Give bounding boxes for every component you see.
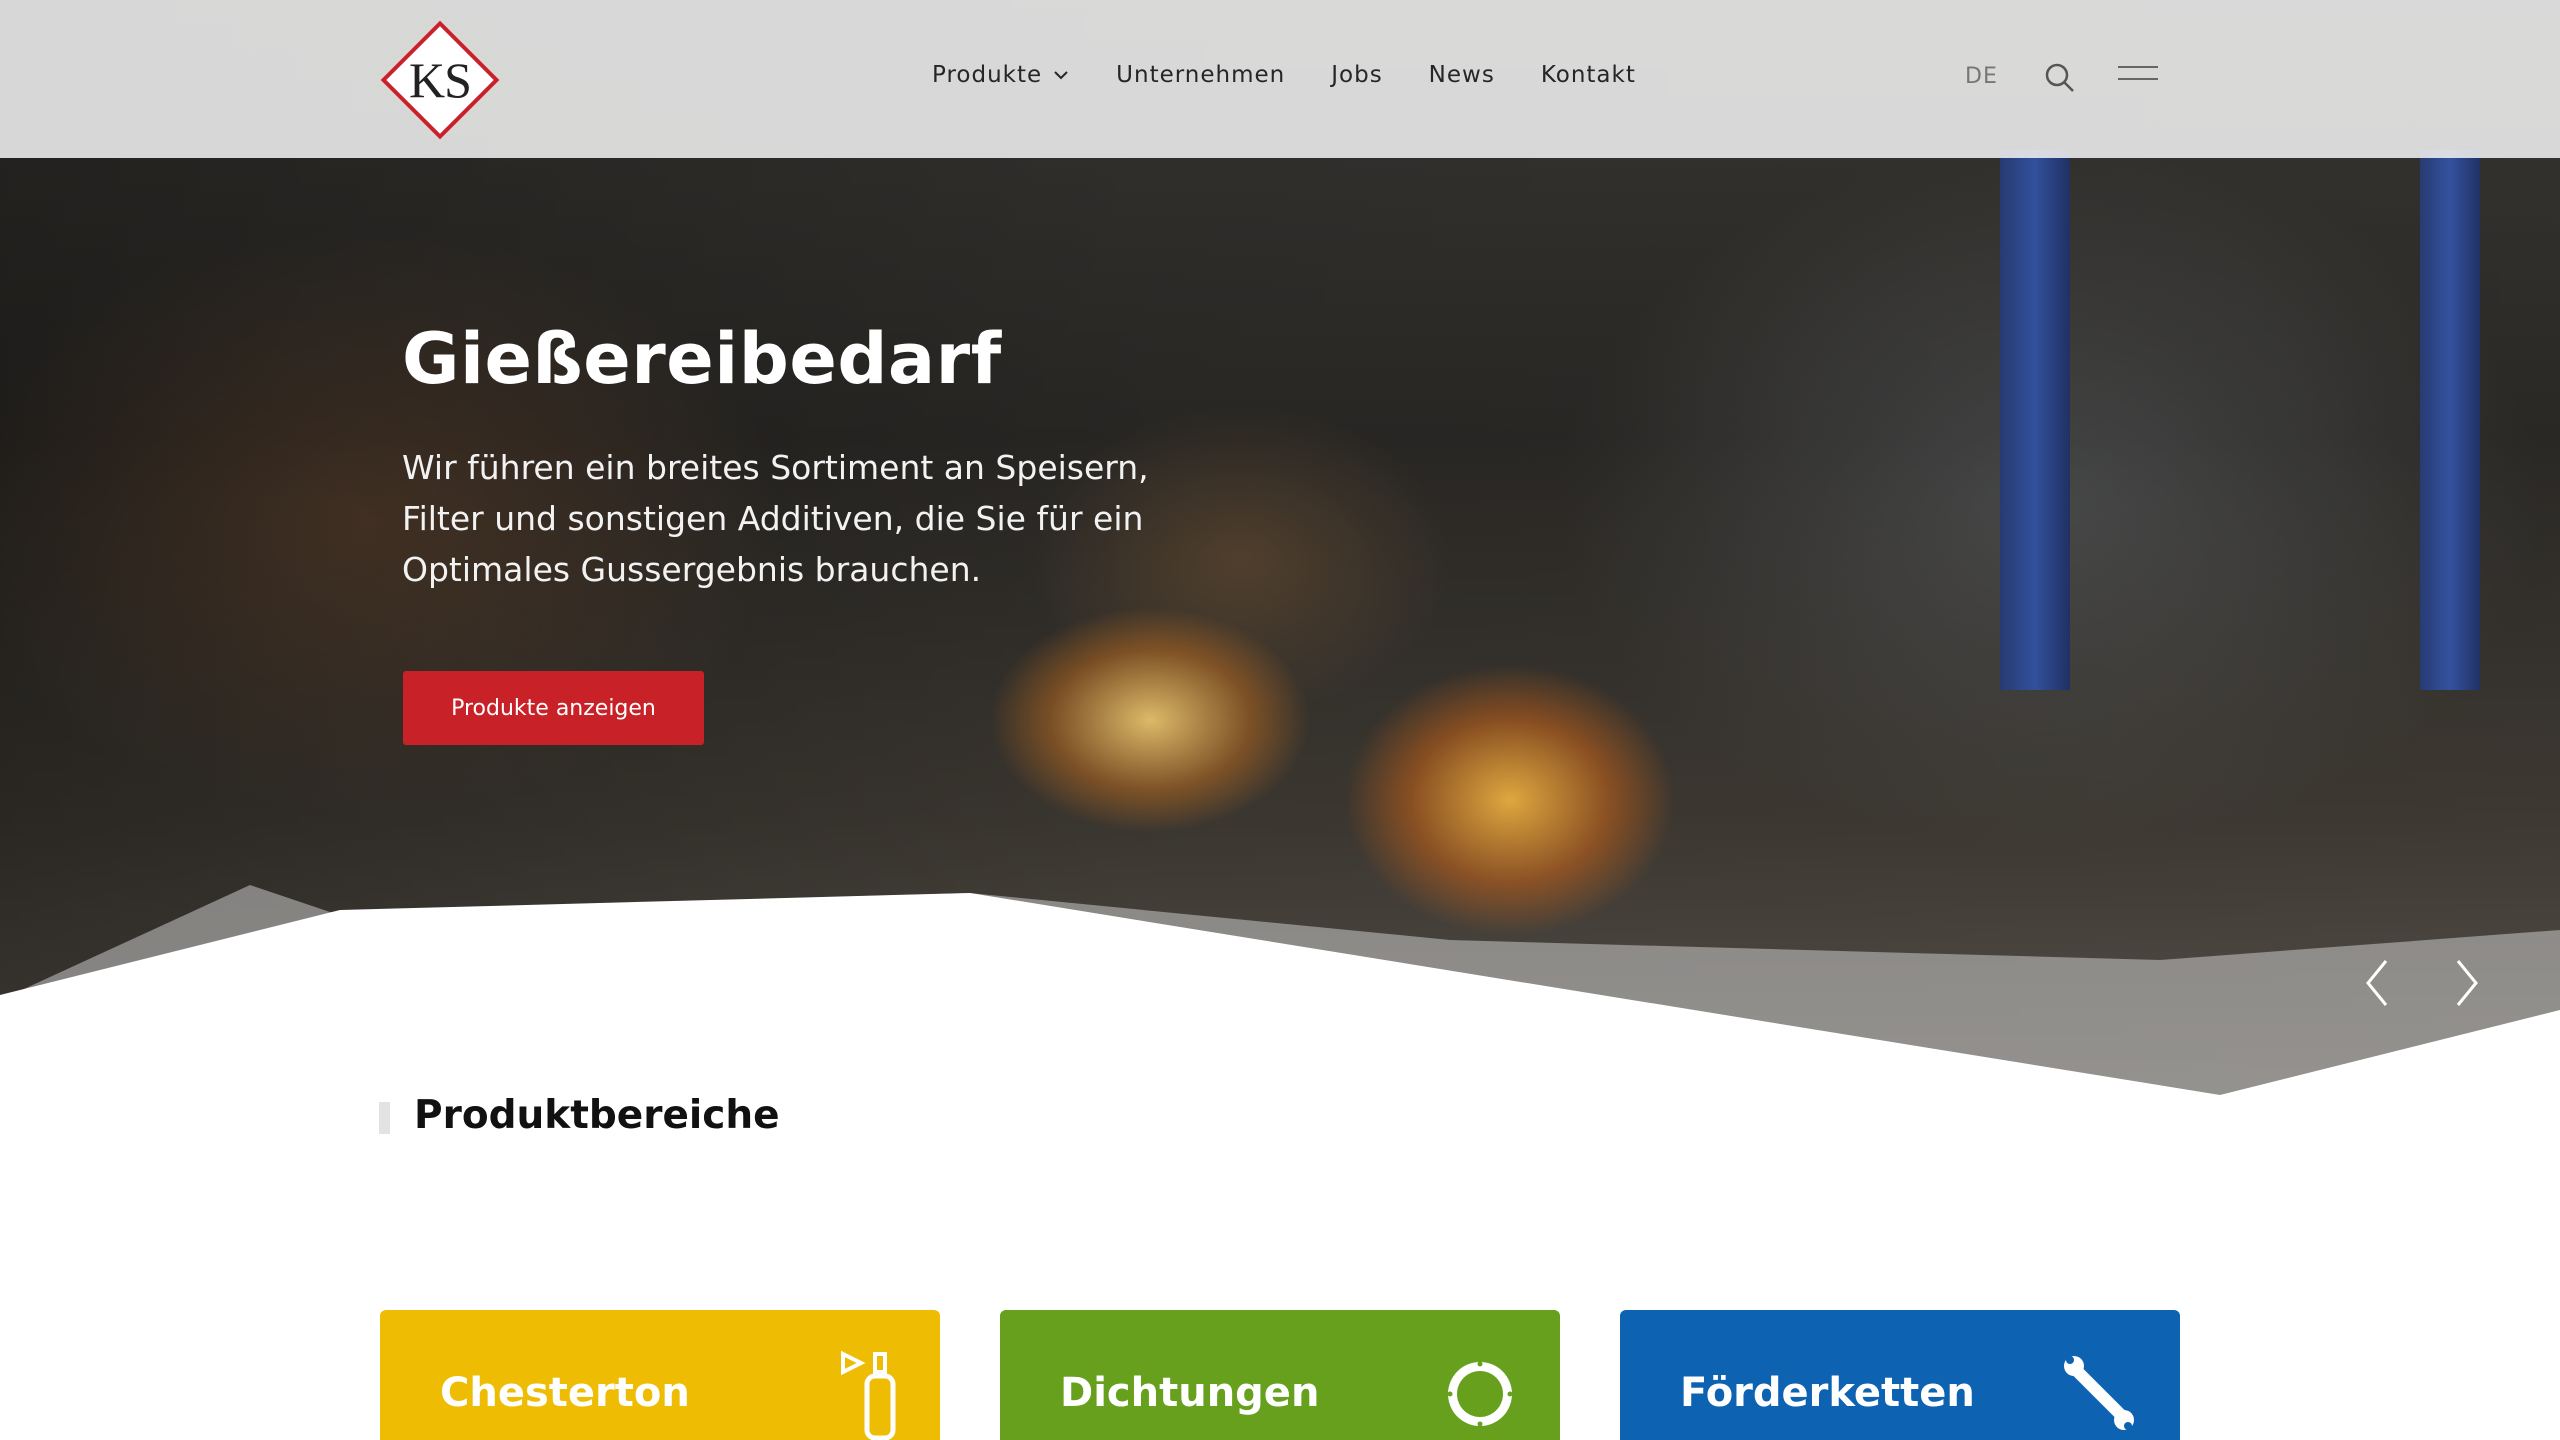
main-navigation: Produkte Unternehmen Jobs News Kontakt [932,62,1682,88]
hero-title: Gießereibedarf [402,318,1002,400]
hero-description: Wir führen ein breites Sortiment an Spei… [402,448,1149,589]
nav-item-unternehmen[interactable]: Unternehmen [1116,62,1285,88]
card-title: Dichtungen [1060,1370,1320,1416]
company-logo[interactable]: KS [380,20,500,140]
product-card-dichtungen[interactable]: Dichtungen [1000,1310,1560,1440]
logo-text: KS [409,52,472,108]
search-icon[interactable] [2044,62,2076,94]
nav-item-label: Produkte [932,62,1043,88]
section-title: Produktbereiche [414,1093,780,1138]
nav-item-jobs[interactable]: Jobs [1331,62,1382,88]
card-title: Förderketten [1680,1370,1975,1416]
wrench-icon [2064,1356,2134,1430]
spray-can-icon [841,1350,896,1440]
chevron-right-icon[interactable] [2448,955,2488,1011]
chevron-left-icon[interactable] [2356,955,2396,1011]
chevron-down-icon [1054,71,1068,80]
product-card-chesterton[interactable]: Chesterton [380,1310,940,1440]
show-products-button[interactable]: Produkte anzeigen [403,671,704,745]
nav-item-news[interactable]: News [1429,62,1495,88]
nav-item-produkte[interactable]: Produkte [932,62,1070,88]
hamburger-menu-icon[interactable] [2118,66,2158,88]
nav-item-kontakt[interactable]: Kontakt [1541,62,1636,88]
hero-image: Gießereibedarf Wir führen ein breites So… [0,0,2560,1095]
card-title: Chesterton [440,1370,690,1416]
ring-seal-icon [1447,1361,1513,1427]
hero-wave-shape [0,885,2560,1095]
language-switcher[interactable]: DE [1965,64,1998,89]
product-card-foerderketten[interactable]: Förderketten [1620,1310,2180,1440]
section-accent-bar [379,1102,390,1134]
site-header: KS Produkte Unternehmen Jobs News Kontak… [0,0,2560,158]
